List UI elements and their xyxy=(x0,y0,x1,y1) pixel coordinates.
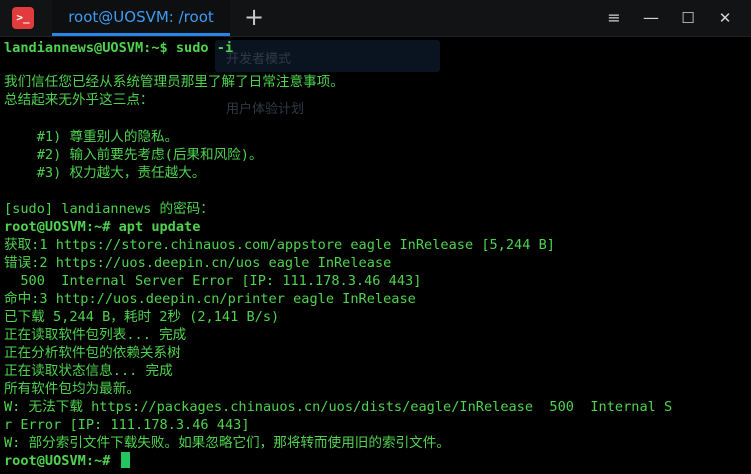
terminal-line: 已下载 5,244 B，耗时 2秒 (2,141 B/s) xyxy=(4,309,280,325)
terminal-line: 正在读取软件包列表... 完成 xyxy=(4,327,187,343)
terminal-line: W: 部分索引文件下载失败。如果忽略它们，那将转而使用旧的索引文件。 xyxy=(4,435,450,451)
terminal-line: #3) 权力越大，责任越大。 xyxy=(4,165,206,181)
maximize-icon[interactable]: ☐ xyxy=(674,4,702,32)
text-cursor xyxy=(120,452,130,468)
prompt-text: root@UOSVM:~# xyxy=(4,453,119,469)
minimize-icon[interactable]: — xyxy=(637,4,665,32)
terminal-line: landiannews@UOSVM:~$ sudo -i xyxy=(4,40,234,56)
terminal-output[interactable]: landiannews@UOSVM:~$ sudo -i 我们信任您已经从系统管… xyxy=(4,36,749,472)
terminal-line: 获取:1 https://store.chinauos.com/appstore… xyxy=(4,237,555,253)
tab-title: root@UOSVM: /root xyxy=(68,8,214,26)
menu-icon[interactable]: ≡ xyxy=(600,4,628,32)
terminal-line: 正在分析软件包的依赖关系树 xyxy=(4,345,181,361)
terminal-line: 命中:3 http://uos.deepin.cn/printer eagle … xyxy=(4,291,416,307)
terminal-line: 所有软件包均为最新。 xyxy=(4,381,140,397)
terminal-line: 我们信任您已经从系统管理员那里了解了日常注意事项。 xyxy=(4,74,344,90)
terminal-line: r Error [IP: 111.178.3.46 443] xyxy=(4,417,250,433)
terminal-line: 错误:2 https://uos.deepin.cn/uos eagle InR… xyxy=(4,255,392,271)
title-bar: >_ root@UOSVM: /root + ≡ — ☐ ✕ xyxy=(0,0,751,37)
terminal-app-icon[interactable]: >_ xyxy=(12,7,34,29)
terminal-line: root@UOSVM:~# apt update xyxy=(4,219,201,235)
terminal-line: #1) 尊重别人的隐私。 xyxy=(4,129,179,145)
terminal-line: [sudo] landiannews 的密码： xyxy=(4,201,214,217)
terminal-line: #2) 输入前要先考虑(后果和风险)。 xyxy=(4,147,263,163)
terminal-line: 总结起来无外乎这三点： xyxy=(4,92,154,108)
tab-root-uosvm[interactable]: root@UOSVM: /root xyxy=(52,0,230,36)
terminal-prompt-line[interactable]: root@UOSVM:~# xyxy=(4,452,130,470)
terminal-line: 正在读取状态信息... 完成 xyxy=(4,363,173,379)
terminal-line: 500 Internal Server Error [IP: 111.178.3… xyxy=(4,273,422,289)
close-icon[interactable]: ✕ xyxy=(711,4,739,32)
new-tab-plus-icon[interactable]: + xyxy=(242,5,266,30)
terminal-line: W: 无法下载 https://packages.chinauos.cn/uos… xyxy=(4,399,673,415)
